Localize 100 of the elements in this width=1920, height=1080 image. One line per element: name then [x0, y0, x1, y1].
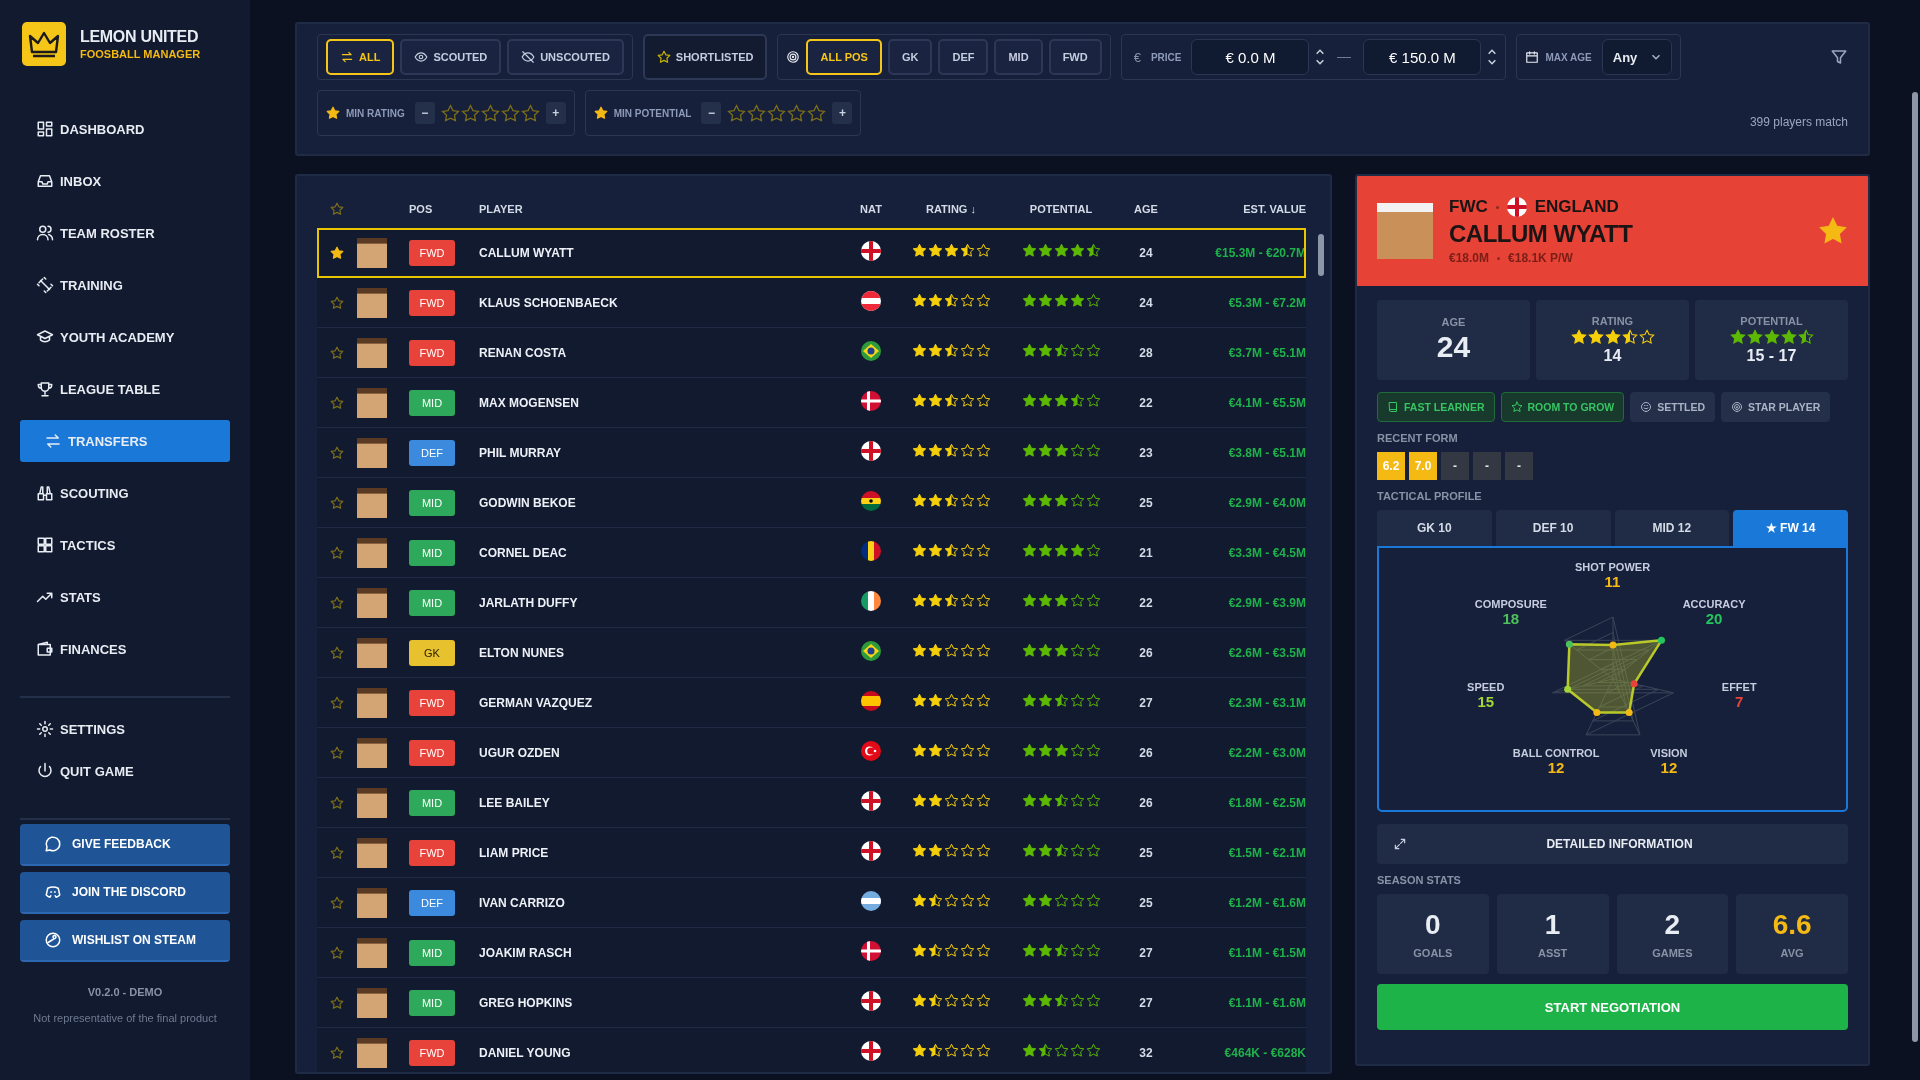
- filter-chip[interactable]: ALL: [326, 39, 395, 75]
- star-icon[interactable]: [330, 245, 344, 260]
- max-price-field[interactable]: € 150.0 M: [1363, 39, 1482, 75]
- link-button[interactable]: WISHLIST ON STEAM: [20, 920, 230, 962]
- decrease-button[interactable]: −: [701, 102, 722, 124]
- filter-icon[interactable]: [1830, 48, 1848, 66]
- star-icon[interactable]: [330, 995, 344, 1010]
- age-cell: 27: [1139, 995, 1153, 1010]
- min-price-field[interactable]: € 0.0 M: [1191, 39, 1310, 75]
- star-icon[interactable]: [330, 795, 344, 810]
- max-age-select[interactable]: Any: [1601, 39, 1672, 75]
- star-icon[interactable]: [330, 895, 344, 910]
- star-icon: [1037, 793, 1053, 808]
- column-header[interactable]: EST. VALUE: [1176, 203, 1306, 215]
- star-icon[interactable]: [787, 103, 807, 123]
- player-row[interactable]: MID LEE BAILEY 26 €1.8M - €2.5M: [317, 778, 1306, 828]
- column-header[interactable]: AGE: [1134, 203, 1158, 215]
- star-icon[interactable]: [480, 103, 500, 123]
- filter-chip[interactable]: UNSCOUTED: [507, 39, 624, 75]
- nav-item[interactable]: YOUTH ACADEMY: [20, 316, 230, 358]
- player-row[interactable]: MID JOAKIM RASCH 27 €1.1M - €1.5M: [317, 928, 1306, 978]
- column-header[interactable]: POTENTIAL: [1029, 203, 1093, 215]
- scrollbar-thumb[interactable]: [1912, 92, 1918, 1042]
- player-row[interactable]: FWD LIAM PRICE 25 €1.5M - €2.1M: [317, 828, 1306, 878]
- star-icon: [959, 493, 975, 508]
- position-chip[interactable]: FWD: [1048, 39, 1102, 75]
- star-icon[interactable]: [330, 645, 344, 660]
- star-icon[interactable]: [807, 103, 827, 123]
- nav-item[interactable]: TACTICS: [20, 524, 230, 566]
- star-icon[interactable]: [440, 103, 460, 123]
- increase-button[interactable]: +: [832, 102, 853, 124]
- nav-item[interactable]: QUIT GAME: [20, 750, 230, 792]
- star-icon: [911, 393, 927, 408]
- star-icon[interactable]: [330, 945, 344, 960]
- nav-item[interactable]: LEAGUE TABLE: [20, 368, 230, 410]
- nav-item[interactable]: TRAINING: [20, 264, 230, 306]
- player-row[interactable]: DEF PHIL MURRAY 23 €3.8M - €5.1M: [317, 428, 1306, 478]
- position-chip[interactable]: MID: [994, 39, 1043, 75]
- star-icon[interactable]: [767, 103, 787, 123]
- player-row[interactable]: MID GREG HOPKINS 27 €1.1M - €1.6M: [317, 978, 1306, 1028]
- player-row[interactable]: MID GODWIN BEKOE 25 €2.9M - €4.0M: [317, 478, 1306, 528]
- player-row[interactable]: FWD KLAUS SCHOENBAECK 24 €5.3M - €7.2M: [317, 278, 1306, 328]
- nav-item[interactable]: TRANSFERS: [20, 420, 230, 462]
- star-icon[interactable]: [727, 103, 747, 123]
- decrease-button[interactable]: −: [414, 102, 435, 124]
- flag-icon: [861, 240, 881, 261]
- star-icon[interactable]: [460, 103, 480, 123]
- star-icon[interactable]: [330, 495, 344, 510]
- profile-tab[interactable]: MID 12: [1614, 510, 1730, 546]
- star-icon[interactable]: [500, 103, 520, 123]
- star-icon[interactable]: [330, 595, 344, 610]
- position-chip[interactable]: GK: [887, 39, 933, 75]
- player-row[interactable]: DEF IVAN CARRIZO 25 €1.2M - €1.6M: [317, 878, 1306, 928]
- nav-item[interactable]: SCOUTING: [20, 472, 230, 514]
- position-chip[interactable]: DEF: [938, 39, 989, 75]
- star-icon: [911, 543, 927, 558]
- player-row[interactable]: MID JARLATH DUFFY 22 €2.9M - €3.9M: [317, 578, 1306, 628]
- star-icon[interactable]: [1818, 216, 1848, 246]
- star-icon[interactable]: [330, 445, 344, 460]
- nav-item[interactable]: STATS: [20, 576, 230, 618]
- star-icon[interactable]: [330, 545, 344, 560]
- link-button[interactable]: GIVE FEEDBACK: [20, 824, 230, 866]
- nav-item[interactable]: INBOX: [20, 160, 230, 202]
- star-icon[interactable]: [330, 695, 344, 710]
- nav-item[interactable]: TEAM ROSTER: [20, 212, 230, 254]
- column-header[interactable]: PLAYER: [479, 203, 846, 215]
- player-row[interactable]: FWD GERMAN VAZQUEZ 27 €2.3M - €3.1M: [317, 678, 1306, 728]
- nav-item[interactable]: FINANCES: [20, 628, 230, 670]
- profile-tab[interactable]: ★ FW 14: [1733, 510, 1848, 546]
- player-row[interactable]: MID MAX MOGENSEN 22 €4.1M - €5.5M: [317, 378, 1306, 428]
- increase-button[interactable]: +: [545, 102, 566, 124]
- star-icon[interactable]: [330, 295, 344, 310]
- player-row[interactable]: MID CORNEL DEAC 21 €3.3M - €4.5M: [317, 528, 1306, 578]
- star-icon[interactable]: [330, 745, 344, 760]
- player-row[interactable]: FWD DANIEL YOUNG 32 €464K - €628K: [317, 1028, 1306, 1072]
- column-header[interactable]: NAT: [860, 203, 882, 215]
- star-icon[interactable]: [330, 1045, 344, 1060]
- detailed-information-button[interactable]: DETAILED INFORMATION: [1377, 824, 1848, 864]
- star-icon[interactable]: [330, 395, 344, 410]
- star-icon[interactable]: [330, 845, 344, 860]
- column-header[interactable]: RATING ↓: [926, 203, 976, 215]
- star-icon: [1037, 643, 1053, 658]
- nav-item[interactable]: DASHBOARD: [20, 108, 230, 150]
- star-icon[interactable]: [330, 202, 344, 216]
- filter-chip[interactable]: SCOUTED: [400, 39, 502, 75]
- link-button[interactable]: JOIN THE DISCORD: [20, 872, 230, 914]
- shortlisted-toggle[interactable]: SHORTLISTED: [642, 34, 768, 80]
- profile-tab[interactable]: GK 10: [1377, 510, 1492, 546]
- star-icon[interactable]: [330, 345, 344, 360]
- position-chip[interactable]: ALL POS: [806, 39, 882, 75]
- scrollbar-thumb[interactable]: [1318, 234, 1324, 276]
- nav-item[interactable]: SETTINGS: [20, 708, 230, 750]
- profile-tab[interactable]: DEF 10: [1495, 510, 1611, 546]
- player-row[interactable]: GK ELTON NUNES 26 €2.6M - €3.5M: [317, 628, 1306, 678]
- column-header[interactable]: POS: [409, 203, 479, 215]
- star-icon: [927, 793, 943, 808]
- player-row[interactable]: FWD UGUR OZDEN 26 €2.2M - €3.0M: [317, 728, 1306, 778]
- player-row[interactable]: FWD RENAN COSTA 28 €3.7M - €5.1M: [317, 328, 1306, 378]
- star-icon[interactable]: [520, 103, 540, 123]
- star-icon[interactable]: [747, 103, 767, 123]
